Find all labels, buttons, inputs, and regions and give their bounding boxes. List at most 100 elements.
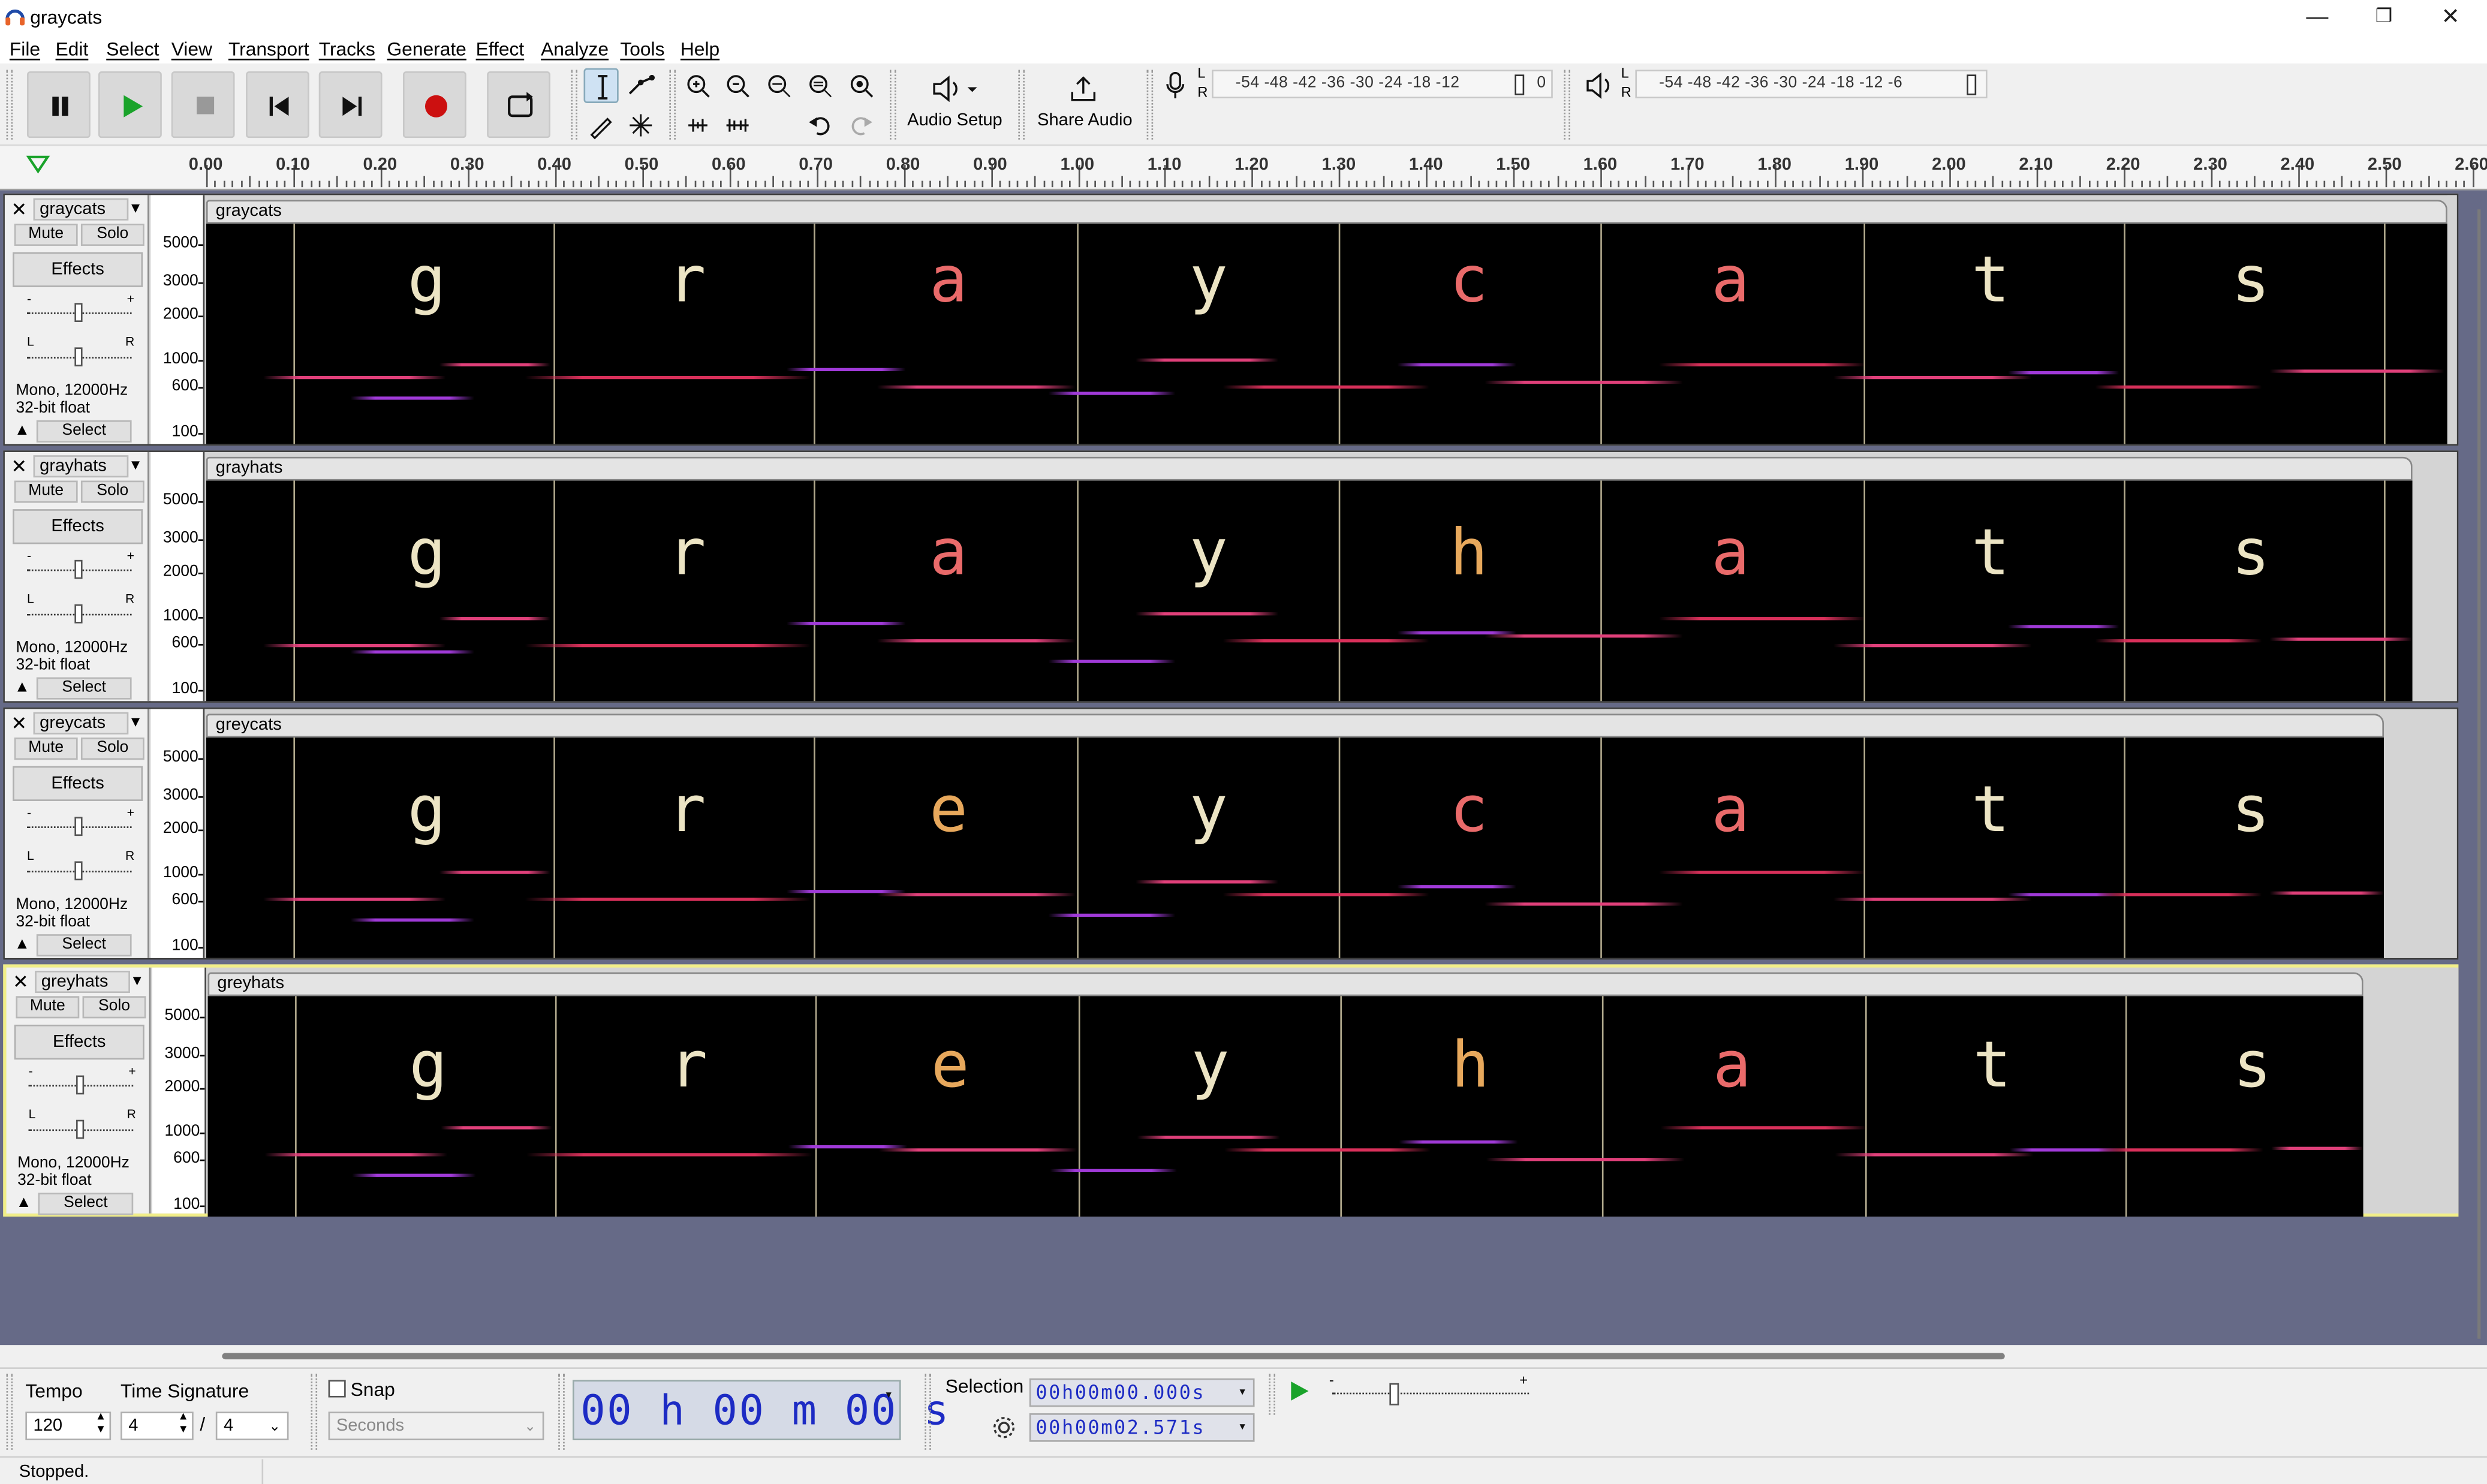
menu-effect[interactable]: Effect — [476, 38, 525, 60]
clip-name-bar[interactable]: greyhats — [207, 972, 2363, 997]
envelope-tool[interactable] — [624, 68, 658, 103]
audio-position-display[interactable]: 00 h 00 m 00 s ▾ — [572, 1380, 949, 1441]
frequency-scale[interactable]: 5000 3000 2000 1000 600 100 — [150, 451, 205, 702]
collapse-track-icon[interactable]: ▲ — [14, 936, 30, 953]
snap-checkbox[interactable] — [328, 1380, 346, 1398]
menu-file[interactable]: File — [10, 38, 40, 60]
spectrogram-view[interactable]: grayhats — [206, 480, 2413, 702]
toolbar-grip[interactable] — [6, 1373, 13, 1450]
audio-track[interactable]: ✕ graycats ▼ Mute Solo Effects - + L R Mono, 12000… — [3, 193, 2459, 446]
draw-tool[interactable] — [584, 108, 619, 143]
toolbar-grip[interactable] — [890, 70, 896, 140]
close-button[interactable]: ✕ — [2417, 0, 2484, 35]
track-menu-dropdown-icon[interactable]: ▼ — [128, 200, 143, 215]
loop-button[interactable] — [487, 71, 550, 139]
track-name-button[interactable]: greyhats — [35, 970, 130, 994]
toolbar-grip[interactable] — [1146, 70, 1154, 140]
track-area[interactable]: ✕ graycats ▼ Mute Solo Effects - + L R Mono, 12000… — [0, 190, 2487, 1345]
time-format-dropdown-icon[interactable]: ▾ — [884, 1388, 893, 1404]
effects-button[interactable]: Effects — [13, 766, 143, 801]
toolbar-grip[interactable] — [311, 1373, 318, 1450]
gain-slider-thumb[interactable] — [76, 1075, 85, 1095]
toolbar-grip[interactable] — [1269, 1373, 1275, 1415]
menu-select[interactable]: Select — [106, 38, 159, 60]
mute-button[interactable]: Mute — [14, 224, 78, 246]
clip-name-bar[interactable]: greycats — [206, 714, 2384, 738]
solo-button[interactable]: Solo — [82, 996, 146, 1019]
playback-speed-slider[interactable]: - + — [1329, 1372, 1535, 1411]
collapse-track-icon[interactable]: ▲ — [14, 679, 30, 696]
clip-name-bar[interactable]: grayhats — [206, 456, 2413, 481]
track-menu-dropdown-icon[interactable]: ▼ — [130, 973, 144, 988]
skip-end-button[interactable] — [318, 71, 383, 139]
selection-start-field[interactable]: 00h00m00.000s ▾ — [1029, 1378, 1255, 1407]
toolbar-grip[interactable] — [669, 70, 676, 140]
spectrogram-view[interactable]: greyhats — [207, 996, 2363, 1217]
selection-start-dropdown-icon[interactable]: ▾ — [1238, 1380, 1248, 1405]
vertical-scrollbar[interactable] — [2474, 190, 2484, 1345]
record-meter-thumb[interactable] — [1515, 74, 1525, 95]
selection-tool[interactable] — [583, 68, 619, 103]
frequency-scale[interactable]: 5000 3000 2000 1000 600 100 — [150, 709, 205, 958]
audio-setup-button[interactable]: Audio Setup — [901, 70, 1009, 139]
pan-slider-thumb[interactable] — [74, 861, 83, 881]
undo-button[interactable] — [803, 108, 838, 143]
close-track-icon[interactable]: ✕ — [11, 455, 28, 477]
select-track-button[interactable]: Select — [36, 677, 132, 700]
collapse-track-icon[interactable]: ▲ — [16, 1194, 31, 1212]
effects-button[interactable]: Effects — [13, 252, 143, 287]
menu-transport[interactable]: Transport — [228, 38, 309, 60]
solo-button[interactable]: Solo — [80, 738, 144, 760]
play-button[interactable] — [98, 71, 162, 139]
time-signature-denominator-select[interactable]: 4 ⌄ — [215, 1411, 289, 1441]
timeline-ruler[interactable]: 0.00 0.10 0.20 0.30 0.40 0.50 0.60 0.70 0.80 0.90… — [0, 146, 2487, 191]
toolbar-grip[interactable] — [1018, 70, 1025, 140]
gain-slider-thumb[interactable] — [74, 303, 83, 323]
spectrogram-view[interactable]: graycats — [206, 224, 2447, 444]
track-menu-dropdown-icon[interactable]: ▼ — [128, 457, 143, 472]
toolbar-grip[interactable] — [571, 70, 577, 140]
tempo-input[interactable]: 120 ▲ ▼ — [25, 1411, 112, 1441]
select-track-button[interactable]: Select — [38, 1193, 134, 1215]
record-meter[interactable]: -54 -48 -42 -36 -30 -24 -18 -12 0 — [1212, 70, 1553, 99]
pause-button[interactable] — [26, 71, 91, 139]
solo-button[interactable]: Solo — [80, 224, 144, 246]
gain-slider-thumb[interactable] — [74, 559, 83, 579]
clip-name-bar[interactable]: graycats — [206, 200, 2447, 224]
select-track-button[interactable]: Select — [36, 934, 132, 957]
effects-button[interactable]: Effects — [13, 509, 143, 544]
play-head-triangle-icon[interactable] — [25, 152, 50, 177]
track-control-panel[interactable]: ✕ greycats ▼ Mute Solo Effects - + L R Mono, 12000… — [4, 709, 149, 958]
slider-thumb[interactable] — [1389, 1383, 1399, 1405]
track-menu-dropdown-icon[interactable]: ▼ — [128, 714, 143, 729]
time-signature-numerator-input[interactable]: 4 ▲ ▼ — [121, 1411, 194, 1441]
audio-track[interactable]: ✕ greycats ▼ Mute Solo Effects - + L R Mono, 12000… — [3, 707, 2459, 960]
track-name-button[interactable]: grayhats — [33, 455, 129, 478]
silence-button[interactable] — [720, 108, 755, 143]
gear-icon[interactable] — [991, 1415, 1016, 1440]
menu-tracks[interactable]: Tracks — [319, 38, 375, 60]
empty-track-region[interactable] — [2447, 195, 2457, 444]
track-control-panel[interactable]: ✕ grayhats ▼ Mute Solo Effects - + L R Mono, 12000… — [4, 451, 149, 702]
empty-track-region[interactable] — [2363, 967, 2459, 1214]
zoom-in-button[interactable] — [681, 68, 715, 103]
gain-slider-thumb[interactable] — [74, 817, 83, 836]
horizontal-scrollbar-thumb[interactable] — [222, 1353, 2005, 1360]
stop-button[interactable] — [171, 71, 235, 139]
microphone-icon[interactable] — [1163, 70, 1188, 101]
close-track-icon[interactable]: ✕ — [13, 971, 29, 993]
menu-edit[interactable]: Edit — [56, 38, 89, 60]
empty-track-region[interactable] — [2384, 709, 2457, 958]
fit-selection-button[interactable] — [761, 68, 796, 103]
solo-button[interactable]: Solo — [80, 480, 144, 503]
frequency-scale[interactable]: 5000 3000 2000 1000 600 100 — [152, 967, 206, 1214]
selection-end-dropdown-icon[interactable]: ▾ — [1238, 1415, 1248, 1440]
toolbar-grip[interactable] — [6, 70, 13, 140]
multi-tool[interactable] — [624, 108, 658, 143]
mute-button[interactable]: Mute — [16, 996, 80, 1019]
playback-speaker-icon[interactable] — [1583, 70, 1615, 101]
menu-tools[interactable]: Tools — [620, 38, 664, 60]
minimize-button[interactable]: — — [2284, 0, 2350, 35]
menu-help[interactable]: Help — [681, 38, 719, 60]
mute-button[interactable]: Mute — [14, 480, 78, 503]
